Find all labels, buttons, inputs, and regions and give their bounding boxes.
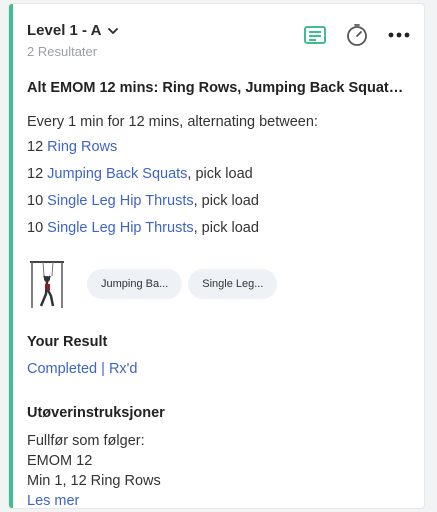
instruction-line: Fullfør som følger: bbox=[27, 433, 145, 449]
movement-link[interactable]: Single Leg Hip Thrusts bbox=[47, 220, 193, 236]
instructions-section: Utøverinstruksjoner Fullfør som følger: … bbox=[27, 405, 410, 509]
card-header: Level 1 - A 2 Resultater bbox=[27, 22, 412, 66]
movement-suffix: , pick load bbox=[187, 166, 253, 182]
movement-link[interactable]: Jumping Back Squats bbox=[47, 166, 187, 182]
movement-suffix: , pick load bbox=[193, 220, 259, 236]
movement-reps: 10 bbox=[27, 220, 48, 236]
more-options-icon[interactable] bbox=[386, 22, 412, 48]
workout-card: Level 1 - A 2 Resultater Alt EMOM 12 min… bbox=[9, 4, 424, 509]
workout-title: Alt EMOM 12 mins: Ring Rows, Jumping Bac… bbox=[27, 80, 410, 96]
stopwatch-icon[interactable] bbox=[344, 22, 370, 48]
header-actions bbox=[302, 22, 412, 48]
media-row: Jumping Ba... Single Leg... bbox=[27, 258, 410, 310]
workout-description: Every 1 min for 12 mins, alternating bet… bbox=[27, 114, 318, 130]
instructions-title: Utøverinstruksjoner bbox=[27, 405, 165, 421]
movement-line: 12 Jumping Back Squats, pick load bbox=[27, 166, 410, 184]
movement-video-thumbnail[interactable] bbox=[27, 258, 67, 310]
movement-reps: 12 bbox=[27, 166, 48, 182]
chevron-down-icon bbox=[108, 27, 119, 34]
instruction-line: Min 1, 12 Ring Rows bbox=[27, 473, 161, 489]
level-title: Level 1 - A bbox=[27, 22, 102, 39]
movement-line: 10 Single Leg Hip Thrusts, pick load bbox=[27, 220, 410, 238]
read-more-link[interactable]: Les mer bbox=[27, 493, 410, 509]
movement-link[interactable]: Ring Rows bbox=[47, 139, 117, 155]
media-chips: Jumping Ba... Single Leg... bbox=[87, 269, 278, 299]
result-title: Your Result bbox=[27, 334, 108, 350]
result-section: Your Result Completed | Rx'd bbox=[27, 334, 410, 377]
movement-reps: 10 bbox=[27, 193, 48, 209]
media-chip[interactable]: Jumping Ba... bbox=[87, 269, 183, 299]
movement-suffix: , pick load bbox=[193, 193, 259, 209]
card-content: Alt EMOM 12 mins: Ring Rows, Jumping Bac… bbox=[27, 80, 410, 509]
media-chip[interactable]: Single Leg... bbox=[188, 269, 278, 299]
movement-line: 12 Ring Rows bbox=[27, 139, 410, 157]
movement-link[interactable]: Single Leg Hip Thrusts bbox=[47, 193, 193, 209]
movement-reps: 12 bbox=[27, 139, 48, 155]
notes-icon[interactable] bbox=[302, 22, 328, 48]
result-value-link[interactable]: Completed | Rx'd bbox=[27, 361, 410, 377]
movement-line: 10 Single Leg Hip Thrusts, pick load bbox=[27, 193, 410, 211]
instruction-line: EMOM 12 bbox=[27, 453, 93, 469]
